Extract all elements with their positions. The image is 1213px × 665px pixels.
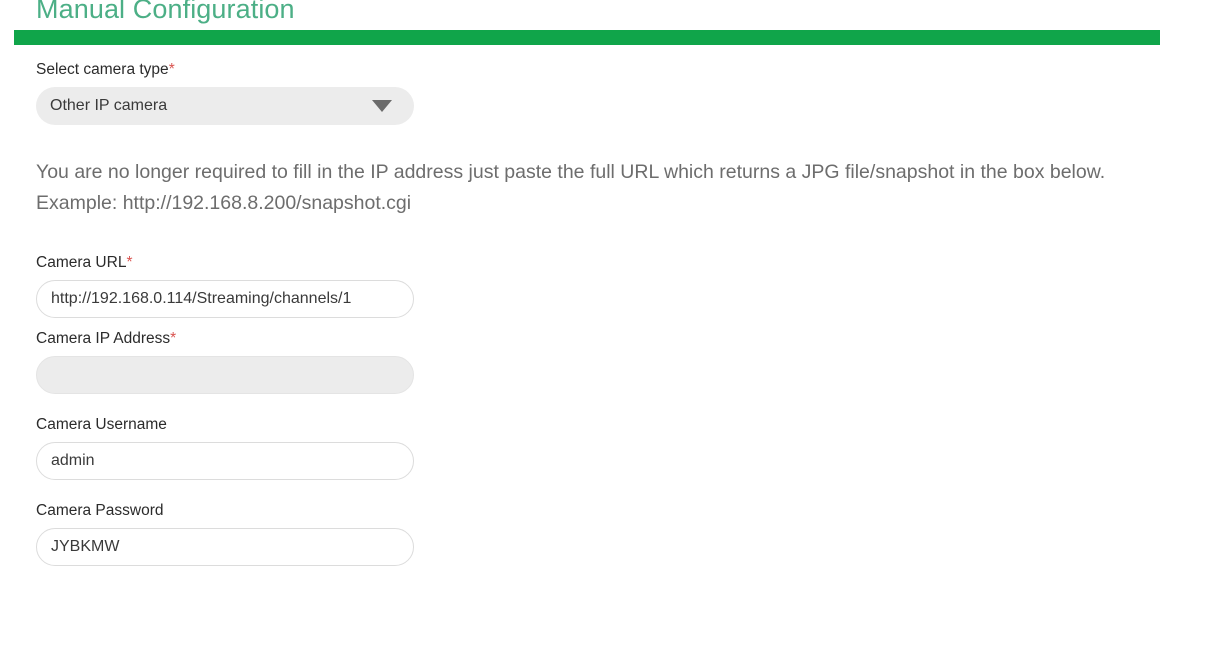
camera-password-input[interactable] <box>36 528 414 566</box>
camera-ip-input[interactable] <box>36 356 414 394</box>
field-camera-ip: Camera IP Address* <box>0 329 1213 394</box>
field-camera-type: Select camera type* Other IP camera <box>0 60 1213 125</box>
field-camera-username: Camera Username <box>0 415 1213 480</box>
page-title: Manual Configuration <box>36 0 295 24</box>
field-camera-url: Camera URL* <box>0 253 1213 318</box>
page-header: Manual Configuration <box>0 0 1213 45</box>
helper-text: You are no longer required to fill in th… <box>36 161 1106 214</box>
camera-username-label-text: Camera Username <box>36 416 167 433</box>
manual-configuration-page: Manual Configuration Select camera type*… <box>0 0 1213 665</box>
camera-type-select[interactable]: Other IP camera <box>36 87 414 125</box>
camera-username-label: Camera Username <box>36 415 1213 434</box>
required-asterisk: * <box>168 61 175 78</box>
required-asterisk: * <box>170 330 177 347</box>
camera-password-label: Camera Password <box>36 501 1213 520</box>
camera-url-input[interactable] <box>36 280 414 318</box>
camera-ip-label-text: Camera IP Address <box>36 330 171 347</box>
camera-type-select-wrap: Other IP camera <box>36 87 414 125</box>
required-asterisk: * <box>126 254 133 271</box>
camera-ip-label: Camera IP Address* <box>36 329 1213 348</box>
camera-url-label: Camera URL* <box>36 253 1213 272</box>
camera-type-label-text: Select camera type <box>36 61 169 78</box>
manual-configuration-form: Select camera type* Other IP camera You … <box>0 60 1213 566</box>
camera-username-input[interactable] <box>36 442 414 480</box>
field-camera-password: Camera Password <box>0 501 1213 566</box>
camera-url-label-text: Camera URL <box>36 254 127 271</box>
camera-type-label: Select camera type* <box>36 60 1213 79</box>
title-accent-bar <box>14 30 1160 45</box>
camera-password-label-text: Camera Password <box>36 502 164 519</box>
